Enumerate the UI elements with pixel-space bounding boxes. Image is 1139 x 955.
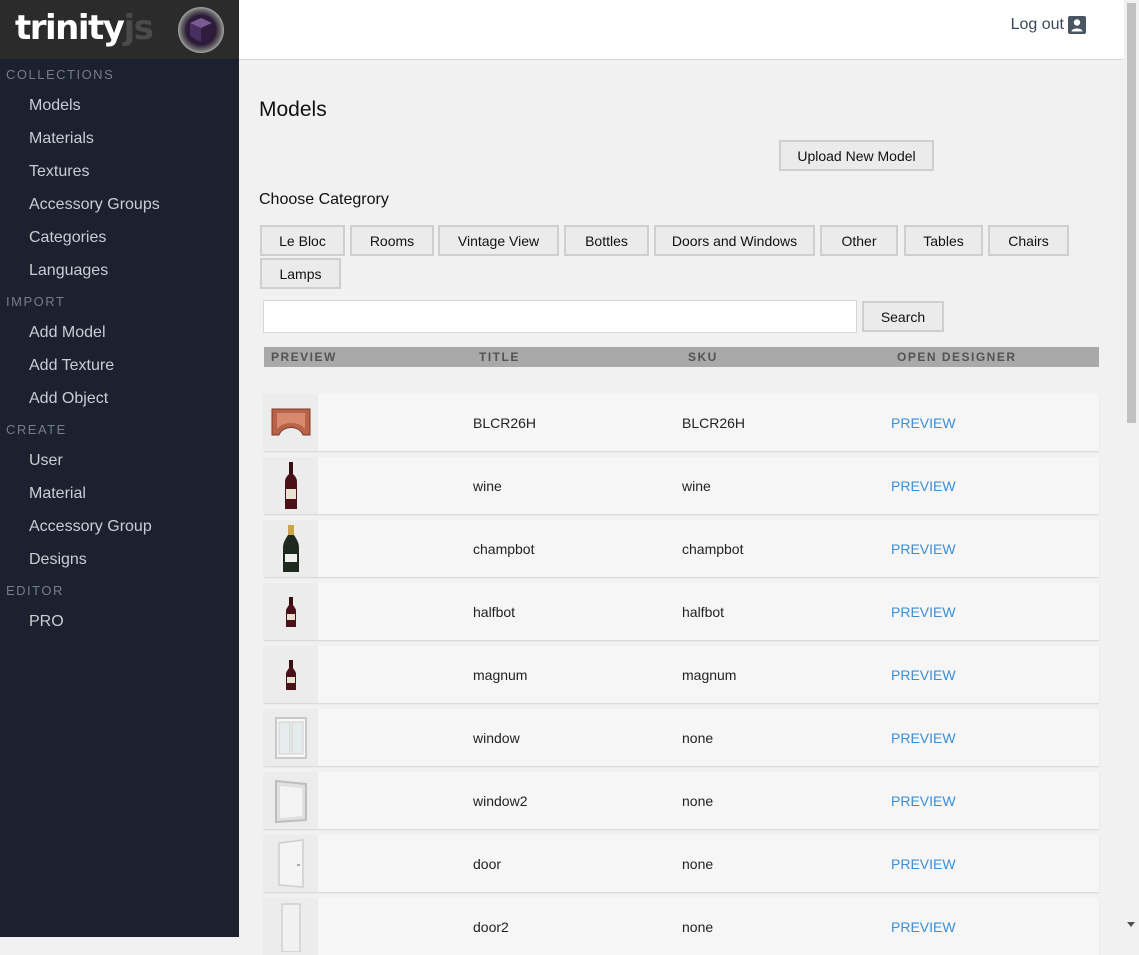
- model-title: door: [473, 856, 502, 872]
- column-header-open-designer: OPEN DESIGNER: [897, 350, 1017, 364]
- preview-link[interactable]: PREVIEW: [891, 666, 956, 684]
- table-row: magnum magnum PREVIEW: [264, 646, 1099, 703]
- model-title: champbot: [473, 541, 535, 557]
- sidebar-item-pro[interactable]: PRO: [29, 612, 64, 632]
- scroll-down-arrow-icon[interactable]: [1127, 922, 1135, 927]
- sidebar-item-categories[interactable]: Categories: [29, 228, 106, 248]
- category-rooms-button[interactable]: Rooms: [350, 225, 434, 256]
- cube-logo-icon: [178, 7, 224, 53]
- sidebar-item-accessory-groups[interactable]: Accessory Groups: [29, 195, 160, 215]
- column-header-sku: SKU: [688, 350, 718, 364]
- sidebar-item-textures[interactable]: Textures: [29, 162, 89, 182]
- model-thumbnail: [264, 457, 318, 514]
- category-other-button[interactable]: Other: [820, 225, 898, 256]
- category-chairs-button[interactable]: Chairs: [988, 225, 1069, 256]
- model-title: wine: [473, 478, 502, 494]
- category-bottles-button[interactable]: Bottles: [564, 225, 649, 256]
- table-row: door2 none PREVIEW: [264, 898, 1099, 955]
- model-sku: champbot: [682, 541, 744, 557]
- sidebar-item-user[interactable]: User: [29, 451, 63, 471]
- category-tables-button[interactable]: Tables: [904, 225, 983, 256]
- sidebar-item-material[interactable]: Material: [29, 484, 86, 504]
- table-row: window none PREVIEW: [264, 709, 1099, 766]
- model-title: window2: [473, 793, 528, 809]
- category-lamps-button[interactable]: Lamps: [260, 258, 341, 289]
- column-header-preview: PREVIEW: [271, 350, 337, 364]
- search-input[interactable]: [263, 300, 857, 333]
- model-sku: none: [682, 793, 714, 809]
- table-row: window2 none PREVIEW: [264, 772, 1099, 829]
- table-row: door none PREVIEW: [264, 835, 1099, 892]
- table-row: halfbot halfbot PREVIEW: [264, 583, 1099, 640]
- sidebar-section-import: IMPORT: [6, 294, 66, 309]
- choose-category-heading: Choose Categrory: [259, 191, 389, 208]
- model-thumbnail: [264, 835, 318, 892]
- preview-link[interactable]: PREVIEW: [891, 540, 956, 558]
- model-title: halfbot: [473, 604, 516, 620]
- sidebar: trinityjs COLLECTIONS Models Materials Text…: [0, 0, 239, 937]
- sidebar-item-models[interactable]: Models: [29, 96, 81, 116]
- model-title: window: [473, 730, 520, 746]
- logo-text: trinityjs: [15, 8, 154, 48]
- column-header-title: TITLE: [479, 350, 520, 364]
- model-thumbnail: [264, 394, 318, 451]
- preview-link[interactable]: PREVIEW: [891, 603, 956, 621]
- preview-link[interactable]: PREVIEW: [891, 855, 956, 873]
- model-sku: none: [682, 730, 714, 746]
- category-doors-and-windows-button[interactable]: Doors and Windows: [654, 225, 815, 256]
- model-sku: BLCR26H: [682, 415, 746, 431]
- model-sku: halfbot: [682, 604, 725, 620]
- model-title: door2: [473, 919, 509, 935]
- sidebar-item-materials[interactable]: Materials: [29, 129, 94, 149]
- model-sku: magnum: [682, 667, 737, 683]
- upload-new-model-button[interactable]: Upload New Model: [779, 140, 934, 171]
- logout-button[interactable]: Log out: [1011, 16, 1086, 34]
- preview-link[interactable]: PREVIEW: [891, 729, 956, 747]
- model-thumbnail: [264, 772, 318, 829]
- sidebar-item-add-texture[interactable]: Add Texture: [29, 356, 114, 376]
- model-sku: none: [682, 919, 714, 935]
- scrollbar-thumb[interactable]: [1127, 3, 1136, 423]
- sidebar-section-collections: COLLECTIONS: [6, 67, 115, 82]
- model-title: magnum: [473, 667, 528, 683]
- preview-link[interactable]: PREVIEW: [891, 792, 956, 810]
- table-row: champbot champbot PREVIEW: [264, 520, 1099, 577]
- logo[interactable]: trinityjs: [0, 0, 239, 59]
- logout-label: Log out: [1010, 16, 1064, 33]
- top-bar: Log out: [239, 0, 1124, 60]
- model-thumbnail: [264, 520, 318, 577]
- model-thumbnail: [264, 583, 318, 640]
- preview-link[interactable]: PREVIEW: [891, 477, 956, 495]
- model-title: BLCR26H: [473, 415, 537, 431]
- sidebar-section-editor: EDITOR: [6, 583, 64, 598]
- sidebar-item-add-model[interactable]: Add Model: [29, 323, 106, 343]
- user-icon: [1068, 16, 1086, 34]
- model-thumbnail: [264, 646, 318, 703]
- sidebar-item-languages[interactable]: Languages: [29, 261, 108, 281]
- sidebar-item-add-object[interactable]: Add Object: [29, 389, 108, 409]
- preview-link[interactable]: PREVIEW: [891, 918, 956, 936]
- scrollbar[interactable]: [1124, 0, 1139, 937]
- sidebar-section-create: CREATE: [6, 422, 67, 437]
- category-le-bloc-button[interactable]: Le Bloc: [260, 225, 345, 256]
- model-sku: none: [682, 856, 714, 872]
- table-header: PREVIEW TITLE SKU OPEN DESIGNER: [264, 347, 1099, 367]
- main-content: Log out Models Upload New Model Choose C…: [239, 0, 1124, 955]
- model-sku: wine: [682, 478, 711, 494]
- search-button[interactable]: Search: [862, 301, 944, 332]
- model-thumbnail: [264, 898, 318, 955]
- category-vintage-view-button[interactable]: Vintage View: [438, 225, 559, 256]
- sidebar-item-accessory-group[interactable]: Accessory Group: [29, 517, 152, 537]
- table-row: wine wine PREVIEW: [264, 457, 1099, 514]
- table-row: BLCR26H BLCR26H PREVIEW: [264, 394, 1099, 451]
- sidebar-item-designs[interactable]: Designs: [29, 550, 87, 570]
- preview-link[interactable]: PREVIEW: [891, 414, 956, 432]
- model-thumbnail: [264, 709, 318, 766]
- page-title: Models: [259, 98, 327, 121]
